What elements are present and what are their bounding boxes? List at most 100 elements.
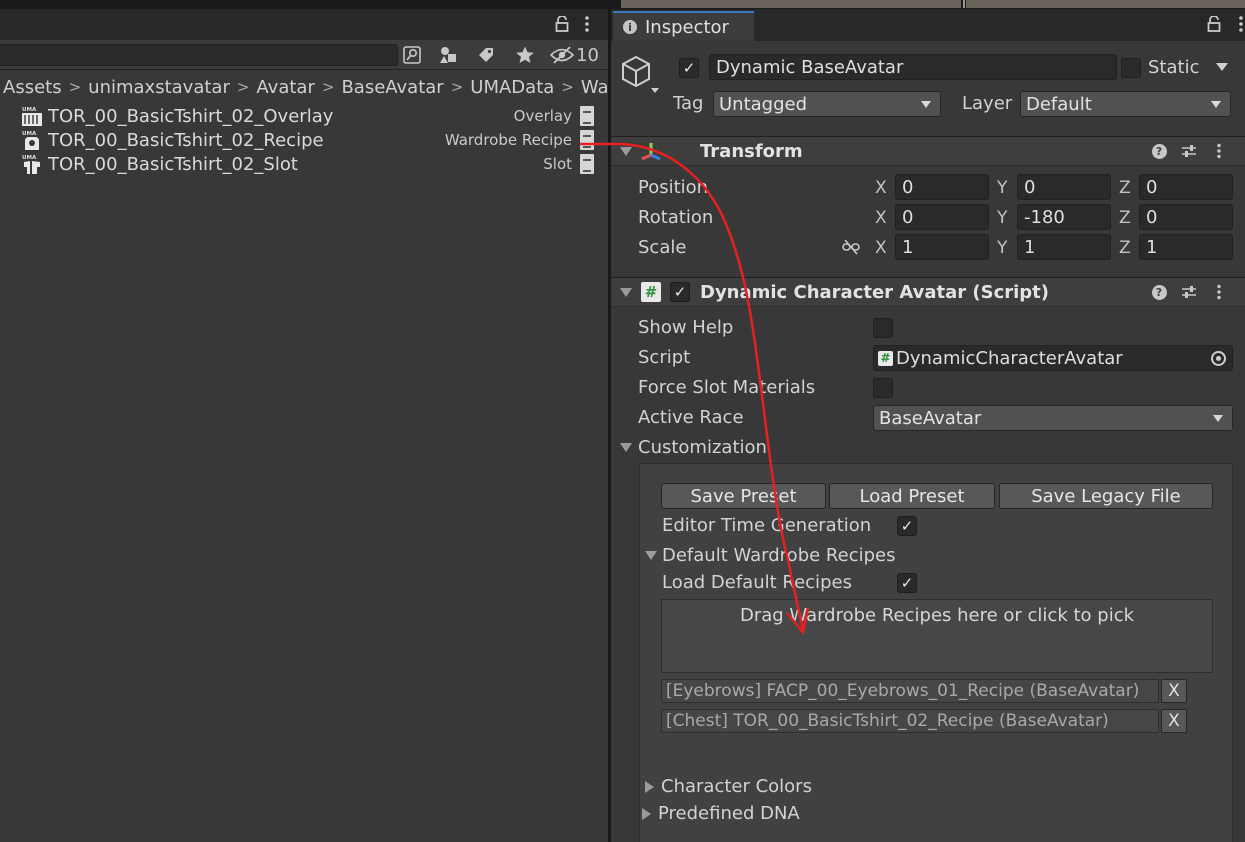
scene-view-strip-right (966, 0, 1245, 8)
hidden-packages-count: 10 (576, 44, 599, 66)
axis-x-label[interactable]: X (875, 178, 887, 198)
kebab-menu-icon[interactable] (583, 15, 591, 38)
force-slot-materials-checkbox[interactable] (873, 378, 893, 398)
load-default-recipes-checkbox[interactable]: ✓ (897, 573, 917, 593)
static-label: Static (1148, 57, 1200, 78)
favorites-star-icon[interactable] (511, 42, 539, 68)
breadcrumb-item[interactable]: Avatar (256, 77, 314, 98)
gameobject-active-checkbox[interactable]: ✓ (679, 58, 699, 78)
axis-y-label[interactable]: Y (997, 238, 1007, 258)
wardrobe-drop-area[interactable]: Drag Wardrobe Recipes here or click to p… (661, 599, 1213, 673)
help-icon[interactable]: ? (1150, 142, 1168, 160)
save-legacy-file-button[interactable]: Save Legacy File (999, 483, 1213, 509)
rotation-y-field[interactable]: -180 (1017, 204, 1111, 230)
axis-z-label[interactable]: Z (1119, 178, 1131, 198)
remove-recipe-button[interactable]: X (1161, 679, 1187, 703)
component-enabled-checkbox[interactable]: ✓ (670, 282, 690, 302)
default-wardrobe-recipes-label[interactable]: Default Wardrobe Recipes (662, 545, 895, 566)
script-object-field[interactable]: # DynamicCharacterAvatar (873, 345, 1233, 371)
asset-row[interactable]: UMA TOR_00_BasicTshirt_02_Slot Slot (0, 152, 604, 176)
svg-text:UMA: UMA (22, 131, 37, 137)
lock-icon[interactable] (1207, 15, 1221, 37)
rotation-z-field[interactable]: 0 (1139, 204, 1233, 230)
chevron-right-icon: > (561, 78, 574, 96)
editor-time-generation-checkbox[interactable]: ✓ (897, 516, 917, 536)
help-icon[interactable]: ? (1150, 283, 1168, 301)
axis-y-label[interactable]: Y (997, 208, 1007, 228)
breadcrumb-item[interactable]: unimaxstavatar (88, 77, 230, 98)
scale-y-field[interactable]: 1 (1017, 234, 1111, 260)
scale-label: Scale (638, 237, 687, 258)
tag-dropdown[interactable]: Untagged (713, 91, 941, 117)
rotation-x-field[interactable]: 0 (895, 204, 989, 230)
filter-by-type-icon[interactable] (434, 42, 462, 68)
axis-x-label[interactable]: X (875, 238, 887, 258)
gameobject-name-field[interactable]: Dynamic BaseAvatar (709, 54, 1117, 80)
svg-text:UMA: UMA (22, 155, 37, 161)
position-y-field[interactable]: 0 (1017, 174, 1111, 200)
static-checkbox[interactable] (1121, 58, 1141, 78)
foldout-arrow-icon[interactable] (642, 808, 651, 820)
layer-dropdown[interactable]: Default (1020, 91, 1231, 117)
preset-sliders-icon[interactable] (1180, 283, 1198, 301)
filter-by-label-icon[interactable] (472, 42, 500, 68)
csharp-script-icon: # (878, 350, 893, 366)
kebab-menu-icon[interactable] (1237, 15, 1245, 38)
info-icon: i (623, 20, 637, 34)
force-slot-materials-label: Force Slot Materials (638, 377, 816, 398)
axis-z-label[interactable]: Z (1119, 208, 1131, 228)
load-preset-button[interactable]: Load Preset (829, 483, 995, 509)
foldout-arrow-icon[interactable] (620, 443, 632, 452)
breadcrumb-item[interactable]: UMAData (470, 77, 554, 98)
foldout-arrow-icon[interactable] (645, 781, 654, 793)
active-race-dropdown[interactable]: BaseAvatar (873, 405, 1233, 431)
hidden-packages-toggle[interactable]: 10 (550, 42, 602, 68)
project-tab-bar (0, 9, 608, 40)
tab-label: Inspector (645, 16, 729, 38)
axis-x-label[interactable]: X (875, 208, 887, 228)
kebab-menu-icon[interactable] (1210, 283, 1228, 301)
recipe-field[interactable]: [Eyebrows] FACP_00_Eyebrows_01_Recipe (B… (661, 679, 1159, 703)
script-label: Script (638, 347, 691, 368)
show-help-checkbox[interactable] (873, 318, 893, 338)
csharp-script-icon: # (641, 282, 661, 302)
foldout-arrow-icon[interactable] (620, 147, 632, 156)
remove-recipe-button[interactable]: X (1161, 709, 1187, 733)
breadcrumb-item[interactable]: Ward (581, 77, 608, 98)
breadcrumb-item[interactable]: Assets (3, 77, 62, 98)
preset-sliders-icon[interactable] (1180, 142, 1198, 160)
lock-icon[interactable] (555, 15, 569, 37)
asset-row[interactable]: UMA TOR_00_BasicTshirt_02_Recipe Wardrob… (0, 128, 604, 152)
predefined-dna-label[interactable]: Predefined DNA (658, 803, 800, 824)
uma-overlay-icon: UMA (21, 105, 43, 127)
kebab-menu-icon[interactable] (1210, 142, 1228, 160)
save-preset-button[interactable]: Save Preset (661, 483, 826, 509)
scale-z-field[interactable]: 1 (1139, 234, 1233, 260)
object-picker-icon[interactable] (1211, 351, 1226, 366)
constrain-proportions-icon[interactable] (842, 239, 860, 260)
breadcrumb-item[interactable]: BaseAvatar (341, 77, 443, 98)
asset-row[interactable]: UMA TOR_00_BasicTshirt_02_Overlay Overla… (0, 104, 604, 128)
project-search-input[interactable] (0, 44, 398, 66)
foldout-arrow-icon[interactable] (645, 551, 657, 560)
drop-area-hint: Drag Wardrobe Recipes here or click to p… (739, 605, 1135, 626)
recipe-field[interactable]: [Chest] TOR_00_BasicTshirt_02_Recipe (Ba… (661, 709, 1159, 733)
position-x-field[interactable]: 0 (895, 174, 989, 200)
axis-y-label[interactable]: Y (997, 178, 1007, 198)
scale-x-field[interactable]: 1 (895, 234, 989, 260)
foldout-arrow-icon[interactable] (620, 288, 632, 297)
asset-bundle-icon (580, 106, 594, 126)
position-z-field[interactable]: 0 (1139, 174, 1233, 200)
layer-label: Layer (962, 93, 1013, 114)
asset-name: TOR_00_BasicTshirt_02_Recipe (48, 129, 324, 151)
axis-z-label[interactable]: Z (1119, 238, 1131, 258)
customization-label[interactable]: Customization (638, 437, 767, 458)
character-colors-label[interactable]: Character Colors (661, 776, 812, 797)
static-dropdown-arrow-icon[interactable] (1216, 63, 1228, 71)
asset-type-label: Overlay (513, 107, 572, 125)
chevron-right-icon: > (321, 78, 335, 96)
scene-view-strip (621, 0, 961, 8)
tab-inspector[interactable]: i Inspector (613, 11, 754, 41)
search-by-type-icon[interactable] (398, 42, 426, 68)
uma-slot-icon: UMA (21, 153, 43, 175)
